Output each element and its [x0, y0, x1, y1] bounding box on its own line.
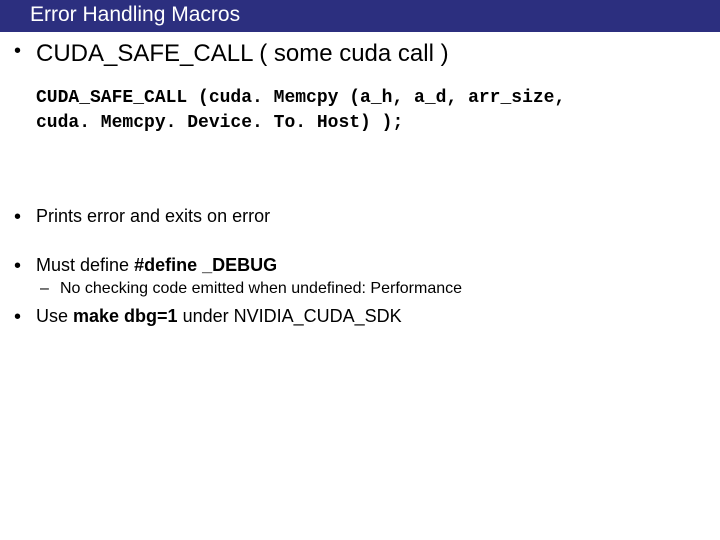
sub-bullet-list: No checking code emitted when undefined:…	[36, 280, 720, 298]
slide-title-bar: Error Handling Macros	[0, 0, 720, 32]
bullet-text-pre: Must define	[36, 255, 134, 275]
bullet-cuda-safe-call: CUDA_SAFE_CALL ( some cuda call )	[0, 40, 720, 68]
slide-content: CUDA_SAFE_CALL ( some cuda call ) CUDA_S…	[0, 32, 720, 327]
slide-title: Error Handling Macros	[30, 3, 240, 26]
bullet-prints-error: Prints error and exits on error	[0, 206, 720, 227]
bullet-text-bold: #define _DEBUG	[134, 255, 277, 275]
bullet-text-post: under NVIDIA_CUDA_SDK	[178, 306, 402, 326]
bullet-text-bold: make dbg=1	[73, 306, 178, 326]
bullet-make-dbg: Use make dbg=1 under NVIDIA_CUDA_SDK	[0, 306, 720, 327]
spacer	[0, 235, 720, 255]
bullet-text: Prints error and exits on error	[36, 206, 270, 226]
code-block: CUDA_SAFE_CALL (cuda. Memcpy (a_h, a_d, …	[0, 76, 720, 136]
code-line-2: cuda. Memcpy. Device. To. Host) );	[36, 113, 403, 133]
sub-bullet-text: No checking code emitted when undefined:…	[60, 280, 462, 297]
bullet-list: CUDA_SAFE_CALL ( some cuda call )	[0, 40, 720, 68]
bullet-text: CUDA_SAFE_CALL ( some cuda call )	[36, 40, 449, 67]
bullet-list-2: Prints error and exits on error	[0, 206, 720, 227]
bullet-list-3: Must define #define _DEBUG No checking c…	[0, 255, 720, 327]
sub-bullet-no-checking: No checking code emitted when undefined:…	[36, 280, 720, 298]
code-line-1: CUDA_SAFE_CALL (cuda. Memcpy (a_h, a_d, …	[36, 88, 565, 108]
bullet-define-debug: Must define #define _DEBUG No checking c…	[0, 255, 720, 298]
spacer	[0, 136, 720, 206]
bullet-text-pre: Use	[36, 306, 73, 326]
